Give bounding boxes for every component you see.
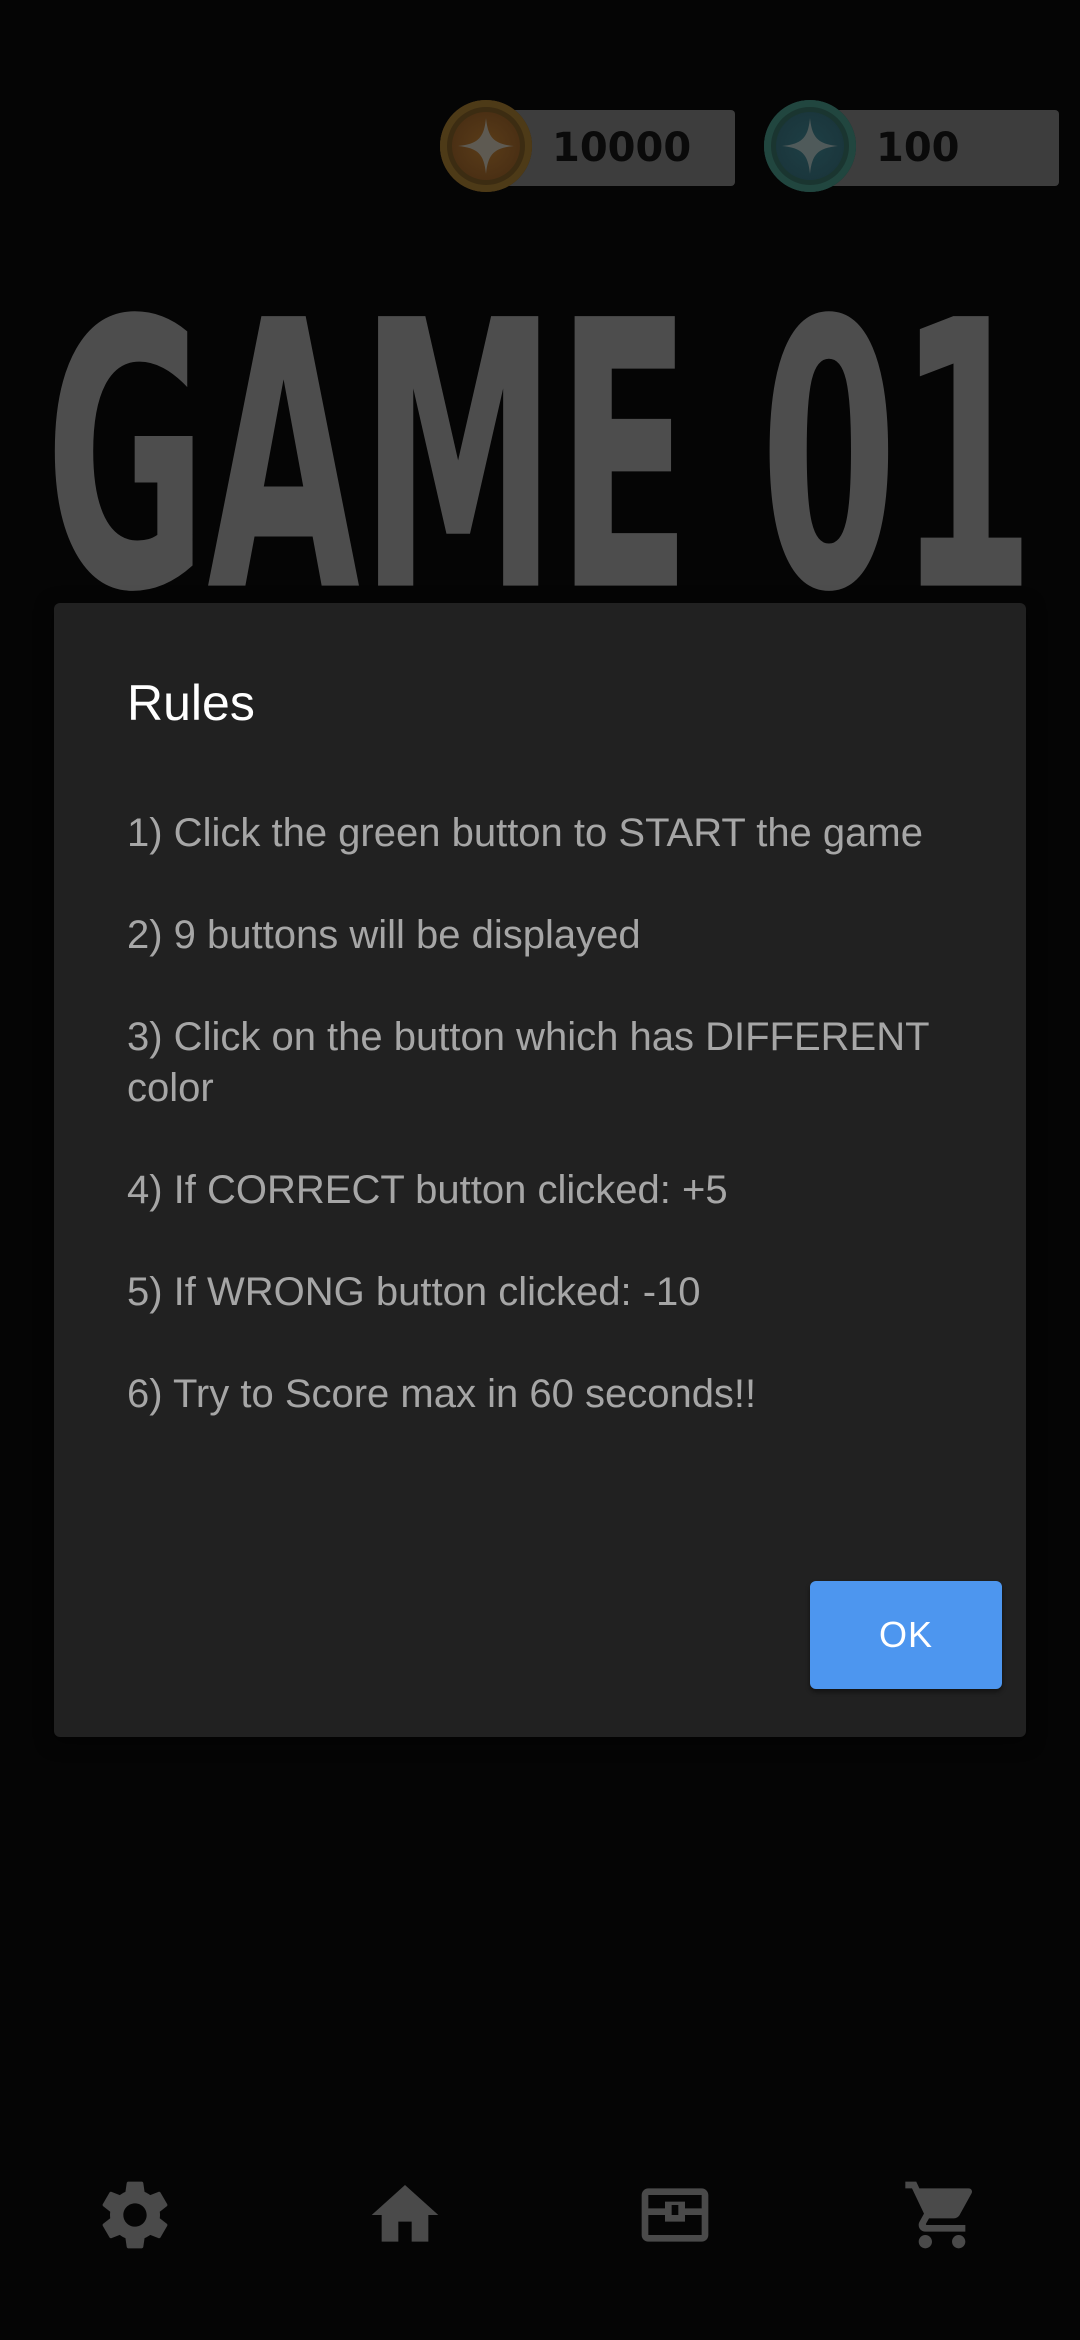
rule-item: 4) If CORRECT button clicked: +5 xyxy=(127,1168,728,1212)
dialog-title: Rules xyxy=(127,675,255,731)
bottom-navigation xyxy=(0,2160,1080,2290)
rules-list: 1) Click the green button to START the g… xyxy=(127,808,987,1471)
rule-item: 1) Click the green button to START the g… xyxy=(127,811,923,855)
green-currency: 100 xyxy=(764,100,1059,192)
nav-settings[interactable] xyxy=(80,2160,190,2270)
nav-inventory[interactable] xyxy=(620,2160,730,2270)
rule-item: 5) If WRONG button clicked: -10 xyxy=(127,1270,701,1314)
sparkle-icon xyxy=(782,118,838,174)
green-coin-icon xyxy=(764,100,856,192)
rules-dialog: Rules 1) Click the green button to START… xyxy=(54,603,1026,1737)
green-currency-amount: 100 xyxy=(876,125,960,171)
nav-shop[interactable] xyxy=(887,2160,997,2270)
game-title-text: GAME 01 xyxy=(45,243,1035,640)
rule-item: 6) Try to Score max in 60 seconds!! xyxy=(127,1372,757,1416)
gold-coin-icon xyxy=(440,100,532,192)
app-screen: 10000 100 GAME 01 Rules 1) Click the gre… xyxy=(0,0,1080,2340)
cart-icon xyxy=(905,2181,973,2249)
game-title: GAME 01 xyxy=(40,200,1040,640)
nav-home[interactable] xyxy=(350,2160,460,2270)
rule-item: 3) Click on the button which has DIFFERE… xyxy=(127,1015,929,1110)
home-icon xyxy=(371,2185,439,2242)
sparkle-icon xyxy=(458,118,514,174)
gear-icon xyxy=(102,2181,168,2249)
ok-button[interactable]: OK xyxy=(810,1581,1002,1689)
gold-currency-amount: 10000 xyxy=(552,125,692,171)
rule-item: 2) 9 buttons will be displayed xyxy=(127,913,641,957)
inventory-box-icon xyxy=(641,2188,709,2242)
gold-currency: 10000 xyxy=(440,100,735,192)
